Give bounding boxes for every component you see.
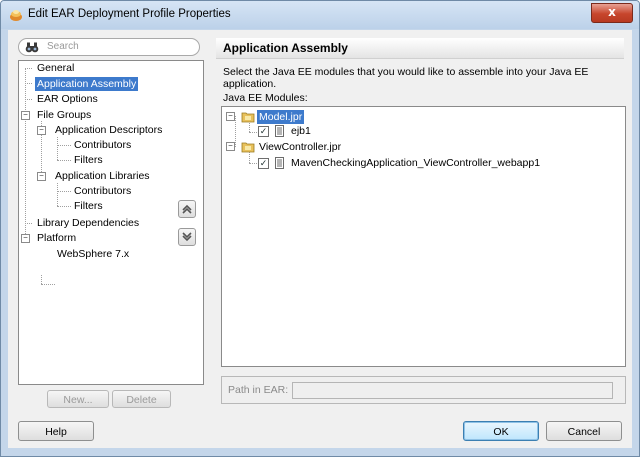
tree-guide-line bbox=[41, 284, 55, 285]
module-viewcontroller-jpr[interactable]: ViewController.jpr bbox=[259, 140, 341, 154]
tree-guide-line bbox=[57, 137, 58, 160]
section-description: Select the Java EE modules that you woul… bbox=[223, 66, 589, 90]
binoculars-icon bbox=[25, 42, 39, 53]
collapse-icon[interactable]: − bbox=[21, 111, 30, 120]
close-button[interactable]: x bbox=[591, 3, 633, 23]
collapse-icon[interactable]: − bbox=[21, 234, 30, 243]
title-bar[interactable]: Edit EAR Deployment Profile Properties x bbox=[1, 1, 639, 29]
section-title: Application Assembly bbox=[223, 41, 348, 55]
new-button[interactable]: New... bbox=[47, 390, 109, 408]
nav-item-platform[interactable]: Platform bbox=[37, 231, 76, 245]
nav-item-general[interactable]: General bbox=[37, 61, 74, 75]
path-in-ear-input[interactable] bbox=[292, 382, 613, 399]
nav-item-libraries-filters[interactable]: Filters bbox=[74, 199, 103, 213]
module-ejb1[interactable]: ejb1 bbox=[291, 124, 311, 138]
folder-icon bbox=[241, 142, 255, 153]
tree-guide-line bbox=[25, 99, 32, 100]
move-down-button[interactable] bbox=[178, 228, 196, 246]
tree-guide-line bbox=[235, 116, 236, 147]
tree-guide-line bbox=[57, 145, 71, 146]
nav-item-ear-options[interactable]: EAR Options bbox=[37, 92, 98, 106]
tree-guide-line bbox=[57, 160, 71, 161]
file-icon bbox=[275, 157, 284, 169]
search-box[interactable] bbox=[18, 38, 200, 56]
module-webapp1[interactable]: MavenCheckingApplication_ViewController_… bbox=[291, 156, 540, 170]
tree-guide-line bbox=[25, 83, 32, 84]
window-title: Edit EAR Deployment Profile Properties bbox=[28, 8, 231, 20]
tree-guide-line bbox=[249, 132, 257, 133]
collapse-icon[interactable]: − bbox=[37, 126, 46, 135]
dialog-window: Edit EAR Deployment Profile Properties x bbox=[0, 0, 640, 457]
tree-guide-line bbox=[57, 191, 71, 192]
nav-item-websphere[interactable]: WebSphere 7.x bbox=[57, 247, 129, 261]
file-icon bbox=[275, 125, 284, 137]
move-down-icon bbox=[182, 232, 192, 242]
tree-guide-line bbox=[57, 183, 58, 206]
close-icon: x bbox=[608, 5, 616, 19]
help-button[interactable]: Help bbox=[18, 421, 94, 441]
nav-item-application-assembly[interactable]: Application Assembly bbox=[35, 77, 139, 91]
nav-item-library-dependencies[interactable]: Library Dependencies bbox=[37, 216, 139, 230]
nav-item-application-descriptors[interactable]: Application Descriptors bbox=[55, 123, 162, 137]
folder-icon bbox=[241, 112, 255, 123]
checkbox-icon[interactable]: ✓ bbox=[258, 158, 269, 169]
nav-item-file-groups[interactable]: File Groups bbox=[37, 108, 91, 122]
modules-label: Java EE Modules: bbox=[223, 92, 308, 104]
dialog-body: − − − − General Application Assembly EAR… bbox=[8, 30, 632, 448]
nav-item-descriptors-contributors[interactable]: Contributors bbox=[74, 138, 131, 152]
collapse-icon[interactable]: − bbox=[37, 172, 46, 181]
delete-button[interactable]: Delete bbox=[112, 390, 171, 408]
nav-item-libraries-contributors[interactable]: Contributors bbox=[74, 184, 131, 198]
tree-guide-line bbox=[57, 206, 71, 207]
tree-guide-line bbox=[25, 223, 32, 224]
app-icon bbox=[10, 10, 22, 21]
navigation-tree: − − − − General Application Assembly EAR… bbox=[18, 60, 204, 385]
module-model-jpr[interactable]: Model.jpr bbox=[257, 110, 305, 124]
tree-guide-line bbox=[25, 68, 32, 69]
move-up-button[interactable] bbox=[178, 200, 196, 218]
path-in-ear-group: Path in EAR: bbox=[221, 376, 626, 404]
tree-guide-line bbox=[249, 163, 257, 164]
nav-item-descriptors-filters[interactable]: Filters bbox=[74, 153, 103, 167]
collapse-icon[interactable]: − bbox=[226, 112, 235, 121]
nav-item-application-libraries[interactable]: Application Libraries bbox=[55, 169, 150, 183]
tree-guide-line bbox=[41, 275, 42, 284]
modules-tree: − Model.jpr ✓ ejb1 − ViewController.jpr … bbox=[221, 106, 626, 367]
content-pane: Application Assembly Select the Java EE … bbox=[216, 30, 632, 420]
path-in-ear-label: Path in EAR: bbox=[228, 384, 289, 396]
checkbox-icon[interactable]: ✓ bbox=[258, 126, 269, 137]
tree-guide-line bbox=[25, 68, 26, 234]
cancel-button[interactable]: Cancel bbox=[546, 421, 622, 441]
move-up-icon bbox=[182, 204, 192, 214]
ok-button[interactable]: OK bbox=[463, 421, 539, 441]
section-header: Application Assembly bbox=[216, 38, 624, 59]
collapse-icon[interactable]: − bbox=[226, 142, 235, 151]
search-input[interactable] bbox=[47, 40, 187, 53]
